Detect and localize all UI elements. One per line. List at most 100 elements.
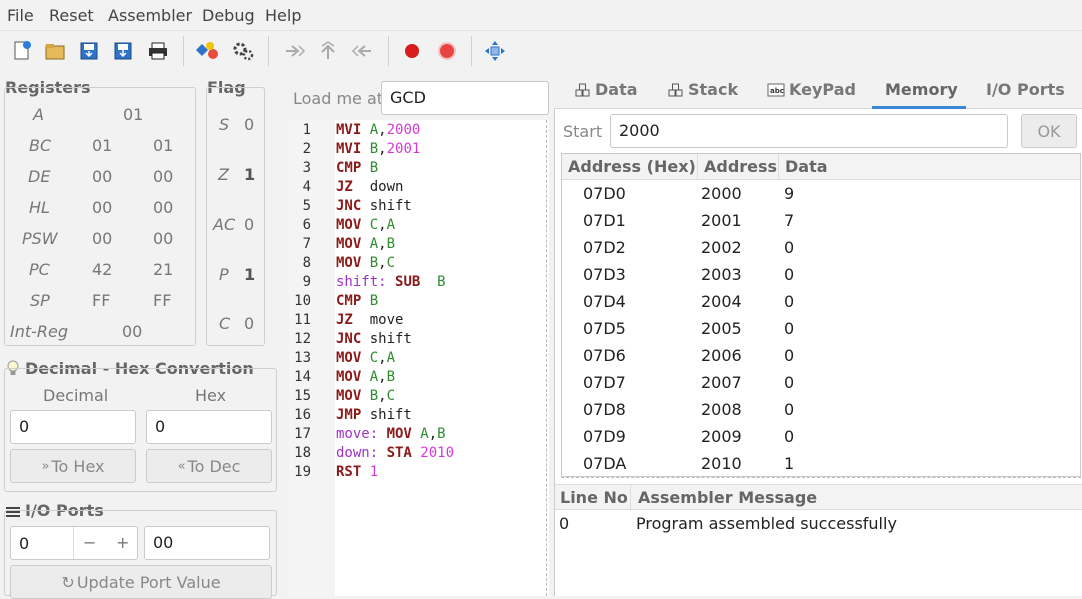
register-value: 01 bbox=[153, 136, 174, 155]
cell-address-hex: 07D1 bbox=[583, 211, 626, 230]
flag-name: AC bbox=[213, 215, 236, 234]
code-line[interactable]: MOV B,C bbox=[336, 255, 395, 271]
move-icon[interactable] bbox=[483, 39, 507, 63]
menu-reset[interactable]: Reset bbox=[49, 6, 94, 25]
start-address-input[interactable]: 2000 bbox=[610, 114, 1008, 148]
tab-keypad[interactable]: abc KeyPad bbox=[767, 80, 856, 99]
load-address-input[interactable]: GCD bbox=[381, 81, 549, 115]
to-dec-button[interactable]: «To Dec bbox=[146, 449, 272, 483]
save-icon[interactable] bbox=[77, 39, 101, 63]
register-name: DE bbox=[28, 167, 51, 186]
table-row[interactable]: 07DA 2010 1 bbox=[562, 450, 1080, 477]
table-row[interactable]: 07D2 2002 0 bbox=[562, 234, 1080, 261]
table-row[interactable]: 07D3 2003 0 bbox=[562, 261, 1080, 288]
hex-label: Hex bbox=[195, 386, 227, 405]
table-row[interactable]: 07D6 2006 0 bbox=[562, 342, 1080, 369]
code-token: shift bbox=[369, 331, 412, 347]
code-line[interactable]: shift: SUB B bbox=[336, 274, 446, 290]
code-editor[interactable]: 1 2 3 4 5 6 7 8 9 10 11 12 13 14 15 16 17 18 19 MVI A,2000… bbox=[289, 120, 549, 596]
code-line[interactable]: MVI B,2001 bbox=[336, 141, 420, 157]
hex-input[interactable]: 0 bbox=[146, 410, 272, 444]
table-row[interactable]: 07D0 2000 9 bbox=[562, 180, 1080, 207]
code-token: JNC bbox=[336, 198, 370, 214]
code-line[interactable]: JNC shift bbox=[336, 198, 412, 214]
cell-data: 0 bbox=[784, 346, 795, 365]
cell-address: 2008 bbox=[701, 400, 742, 419]
new-file-icon[interactable] bbox=[10, 39, 34, 63]
code-line[interactable]: JMP shift bbox=[336, 407, 412, 423]
code-token: 1 bbox=[369, 464, 379, 480]
port-value-input[interactable]: 00 bbox=[144, 526, 270, 560]
menu-help[interactable]: Help bbox=[265, 6, 301, 25]
code-token: B bbox=[437, 426, 446, 442]
table-row[interactable]: 07D1 2001 7 bbox=[562, 207, 1080, 234]
code-line[interactable]: MVI A,2000 bbox=[336, 122, 420, 138]
save-as-icon[interactable] bbox=[111, 39, 135, 63]
table-row[interactable]: 07D7 2007 0 bbox=[562, 369, 1080, 396]
code-token: down bbox=[369, 179, 404, 195]
column-header[interactable]: Address bbox=[704, 157, 777, 176]
cell-address: 2002 bbox=[701, 238, 742, 257]
line-number: 10 bbox=[294, 293, 311, 309]
increment-button[interactable]: + bbox=[116, 533, 129, 552]
code-line[interactable]: MOV C,A bbox=[336, 350, 395, 366]
tab-stack[interactable]: Stack bbox=[668, 80, 738, 99]
code-token: B bbox=[437, 274, 446, 290]
table-row[interactable]: 07D5 2005 0 bbox=[562, 315, 1080, 342]
column-header[interactable]: Line No bbox=[560, 488, 628, 507]
line-number: 7 bbox=[302, 236, 311, 252]
tab-io-ports[interactable]: I/O Ports bbox=[986, 80, 1065, 99]
code-line[interactable]: CMP B bbox=[336, 293, 378, 309]
assemble-icon[interactable] bbox=[196, 39, 220, 63]
to-hex-button[interactable]: » To Hex bbox=[10, 449, 136, 483]
record-icon[interactable] bbox=[400, 39, 424, 63]
menu-file[interactable]: File bbox=[7, 6, 34, 25]
step-back-icon[interactable] bbox=[351, 39, 375, 63]
message-row[interactable]: 0 Program assembled successfully bbox=[555, 510, 1082, 536]
column-header[interactable]: Address (Hex) bbox=[568, 157, 696, 176]
update-port-button[interactable]: ↻ Update Port Value bbox=[10, 565, 272, 599]
cell-address: 2005 bbox=[701, 319, 742, 338]
cell-address-hex: 07D2 bbox=[583, 238, 626, 257]
tab-data[interactable]: Data bbox=[575, 80, 638, 99]
print-icon[interactable] bbox=[146, 39, 170, 63]
table-row[interactable]: 07D9 2009 0 bbox=[562, 423, 1080, 450]
decrement-button[interactable]: − bbox=[83, 533, 96, 552]
column-header[interactable]: Assembler Message bbox=[638, 488, 817, 507]
step-into-icon[interactable] bbox=[316, 39, 340, 63]
messages-header: Line No Assembler Message bbox=[555, 484, 1082, 511]
table-row[interactable]: 07D4 2004 0 bbox=[562, 288, 1080, 315]
code-line[interactable]: MOV A,B bbox=[336, 236, 395, 252]
menu-debug[interactable]: Debug bbox=[202, 6, 255, 25]
code-token: B bbox=[369, 293, 379, 309]
code-line[interactable]: move: MOV A,B bbox=[336, 426, 446, 442]
line-number: 18 bbox=[294, 445, 311, 461]
settings-icon[interactable] bbox=[231, 39, 255, 63]
menu-assembler[interactable]: Assembler bbox=[108, 6, 192, 25]
code-line[interactable]: RST 1 bbox=[336, 464, 378, 480]
code-line[interactable]: JZ down bbox=[336, 179, 403, 195]
code-line[interactable]: MOV A,B bbox=[336, 369, 395, 385]
decimal-input[interactable]: 0 bbox=[10, 410, 136, 444]
tab-memory[interactable]: Memory bbox=[885, 80, 958, 99]
splitter[interactable] bbox=[561, 477, 1081, 482]
code-line[interactable]: JZ move bbox=[336, 312, 403, 328]
code-line[interactable]: down: STA 2010 bbox=[336, 445, 454, 461]
code-line[interactable]: MOV B,C bbox=[336, 388, 395, 404]
column-header[interactable]: Data bbox=[785, 157, 828, 176]
port-spinner[interactable]: 0 − + bbox=[10, 526, 138, 560]
line-number: 17 bbox=[294, 426, 311, 442]
code-token: JZ bbox=[336, 312, 370, 328]
code-line[interactable]: MOV C,A bbox=[336, 217, 395, 233]
line-number: 14 bbox=[294, 369, 311, 385]
svg-text:abc: abc bbox=[770, 87, 784, 95]
ok-button[interactable]: OK bbox=[1021, 114, 1077, 148]
open-folder-icon[interactable] bbox=[43, 39, 67, 63]
table-row[interactable]: 07D8 2008 0 bbox=[562, 396, 1080, 423]
code-line[interactable]: CMP B bbox=[336, 160, 378, 176]
code-line[interactable]: JNC shift bbox=[336, 331, 412, 347]
stop-icon[interactable] bbox=[435, 39, 459, 63]
cell-data: 1 bbox=[784, 454, 795, 473]
code-token: A bbox=[386, 217, 396, 233]
step-over-icon[interactable] bbox=[282, 39, 306, 63]
